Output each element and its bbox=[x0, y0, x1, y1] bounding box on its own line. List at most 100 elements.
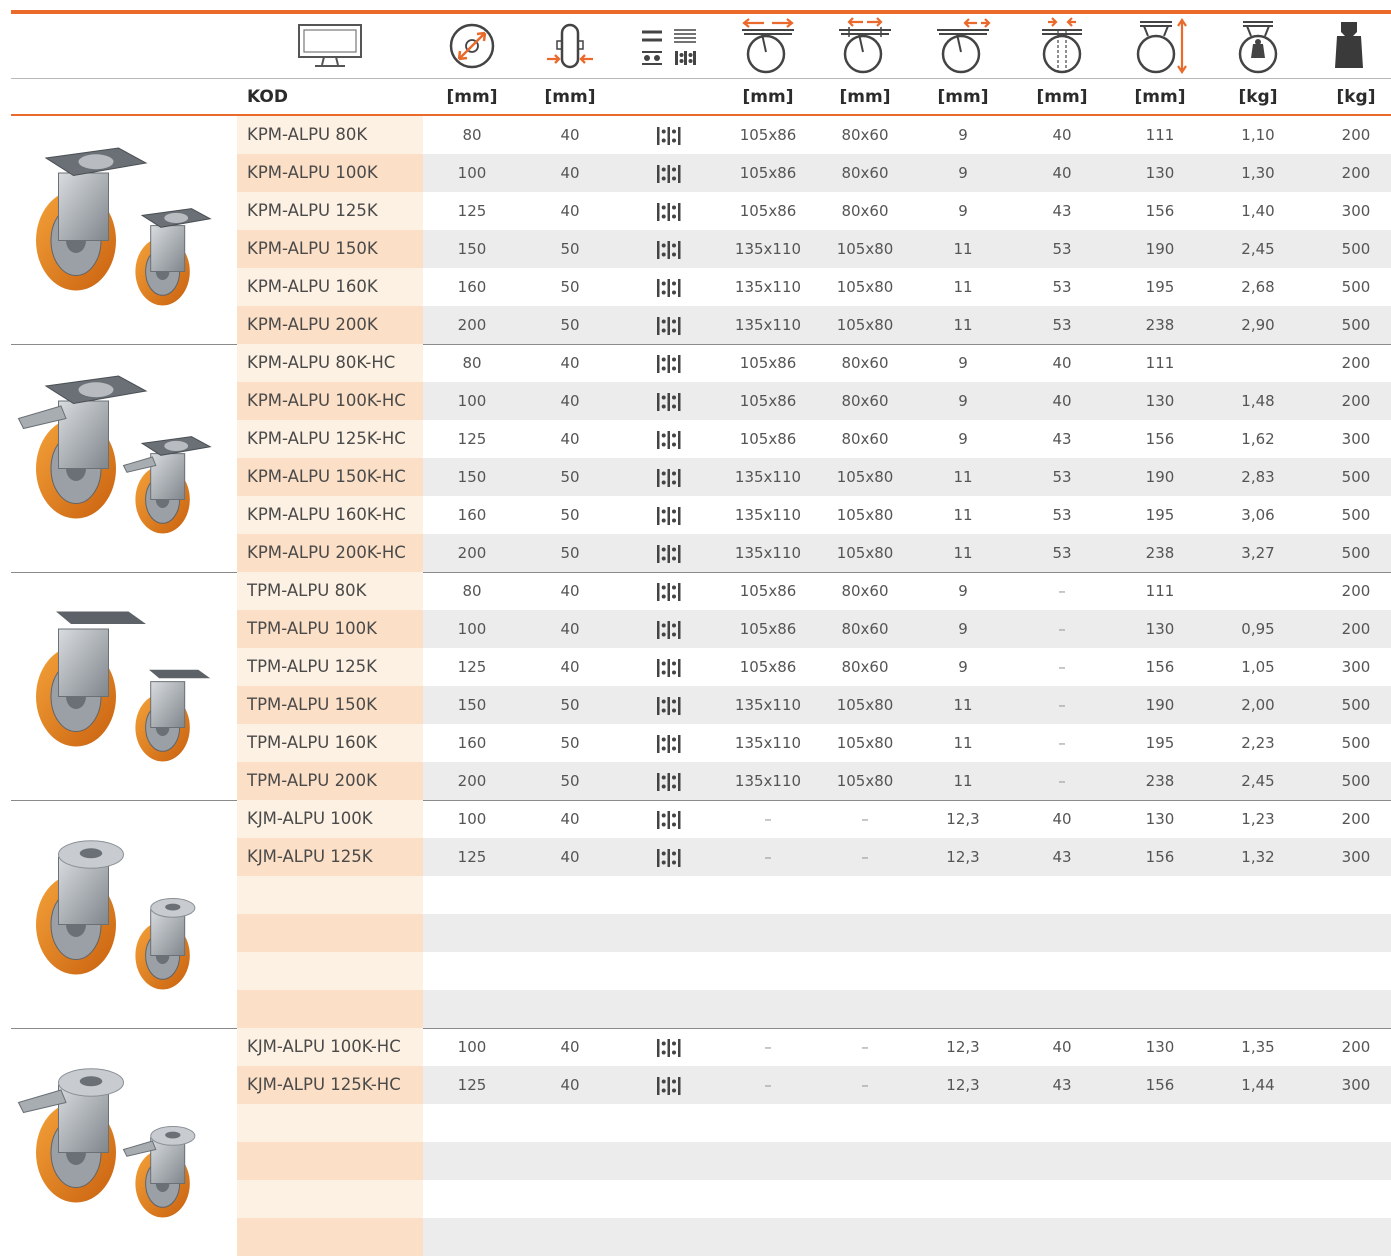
cell-offset: 53 bbox=[1052, 506, 1072, 524]
cell-offset bbox=[1013, 1142, 1111, 1180]
cell-holes: 105x80 bbox=[836, 468, 894, 486]
cell-height: 156 bbox=[1145, 848, 1175, 866]
header-divider bbox=[11, 78, 1391, 79]
cell-bolt: 9 bbox=[958, 392, 968, 410]
cell-w: 50 bbox=[560, 544, 580, 562]
cell-w: 40 bbox=[560, 354, 580, 372]
cell-w: 40 bbox=[560, 810, 580, 828]
table-row: TPM-ALPU 125K 125 40 105x86 80x60 9 – 156 1,05 30… bbox=[237, 648, 1391, 686]
cell-plate: – bbox=[764, 1038, 772, 1056]
cell-d: 125 bbox=[457, 1076, 487, 1094]
cell-plate: 105x86 bbox=[739, 126, 797, 144]
cell-height: 156 bbox=[1145, 202, 1175, 220]
cell-d: 100 bbox=[457, 1038, 487, 1056]
table-row: TPM-ALPU 160K 160 50 135x110 105x80 11 – 195 2,2… bbox=[237, 724, 1391, 762]
product-code: KPM-ALPU 125K bbox=[237, 192, 423, 230]
cell-height: 190 bbox=[1145, 240, 1175, 258]
cell-holes: – bbox=[861, 1076, 869, 1094]
overall-height-icon bbox=[1111, 14, 1209, 78]
cell-bolt bbox=[913, 990, 1013, 1028]
cell-height: 190 bbox=[1145, 696, 1175, 714]
product-code: TPM-ALPU 100K bbox=[237, 610, 423, 648]
cell-w: 40 bbox=[560, 392, 580, 410]
kod-header: KOD bbox=[247, 87, 288, 107]
cell-d: 125 bbox=[457, 848, 487, 866]
ball-bearing-icon bbox=[619, 306, 719, 344]
cell-plate: – bbox=[764, 810, 772, 828]
cell-weight: 1,23 bbox=[1241, 810, 1275, 828]
cell-plate: 105x86 bbox=[739, 202, 797, 220]
cell-bolt: 9 bbox=[958, 430, 968, 448]
product-code bbox=[237, 914, 423, 952]
product-code: KJM-ALPU 125K bbox=[237, 838, 423, 876]
cell-d: 200 bbox=[457, 316, 487, 334]
product-code bbox=[237, 1104, 423, 1142]
cell-plate: 105x86 bbox=[739, 430, 797, 448]
cell-plate bbox=[719, 952, 817, 990]
offset-icon bbox=[1013, 14, 1111, 78]
cell-height: 190 bbox=[1145, 468, 1175, 486]
swivel-caster-image bbox=[11, 118, 237, 342]
cell-bolt: 12,3 bbox=[946, 1076, 980, 1094]
cell-weight: 2,23 bbox=[1241, 734, 1275, 752]
hole-spacing-icon bbox=[817, 14, 913, 78]
cell-w: 40 bbox=[560, 620, 580, 638]
monitor-icon bbox=[237, 14, 423, 78]
bearing-cell bbox=[619, 1142, 719, 1180]
bearing-cell bbox=[619, 990, 719, 1028]
bearing-cell bbox=[619, 1218, 719, 1256]
product-code: KPM-ALPU 100K-HC bbox=[237, 382, 423, 420]
unit-bearing bbox=[619, 80, 719, 114]
cell-holes: 80x60 bbox=[841, 202, 889, 220]
cell-height bbox=[1111, 1218, 1209, 1256]
cell-offset: – bbox=[1058, 734, 1066, 752]
cell-height bbox=[1111, 1180, 1209, 1218]
cell-plate: 135x110 bbox=[734, 506, 802, 524]
wheel-diameter-icon bbox=[423, 14, 521, 78]
cell-d bbox=[423, 990, 521, 1028]
product-code bbox=[237, 1142, 423, 1180]
table-row: KPM-ALPU 80K-HC 80 40 105x86 80x60 9 40 111 200 bbox=[237, 344, 1391, 382]
ball-bearing-icon bbox=[619, 1028, 719, 1066]
table-row: KPM-ALPU 150K 150 50 135x110 105x80 11 53 190 2,… bbox=[237, 230, 1391, 268]
cell-holes: 80x60 bbox=[841, 126, 889, 144]
cell-d bbox=[423, 914, 521, 952]
table-row: TPM-ALPU 80K 80 40 105x86 80x60 9 – 111 200 bbox=[237, 572, 1391, 610]
cell-height bbox=[1111, 1142, 1209, 1180]
cell-d bbox=[423, 952, 521, 990]
cell-height: 195 bbox=[1145, 734, 1175, 752]
cell-load bbox=[1307, 990, 1391, 1028]
cell-d: 200 bbox=[457, 544, 487, 562]
ball-bearing-icon bbox=[619, 268, 719, 306]
cell-d: 160 bbox=[457, 506, 487, 524]
cell-w: 40 bbox=[560, 164, 580, 182]
cell-w bbox=[521, 952, 619, 990]
cell-load: 200 bbox=[1341, 392, 1371, 410]
product-code: KJM-ALPU 100K-HC bbox=[237, 1028, 423, 1066]
cell-height bbox=[1111, 1104, 1209, 1142]
ball-bearing-icon bbox=[619, 534, 719, 572]
ball-bearing-icon bbox=[619, 800, 719, 838]
cell-weight: 1,35 bbox=[1241, 1038, 1275, 1056]
product-code: TPM-ALPU 150K bbox=[237, 686, 423, 724]
cell-bolt bbox=[913, 1142, 1013, 1180]
cell-d: 160 bbox=[457, 734, 487, 752]
cell-load bbox=[1307, 876, 1391, 914]
cell-holes: 80x60 bbox=[841, 658, 889, 676]
cell-w: 50 bbox=[560, 240, 580, 258]
cell-load: 500 bbox=[1341, 278, 1371, 296]
cell-plate: 135x110 bbox=[734, 696, 802, 714]
fixed-caster-image bbox=[11, 574, 237, 798]
cell-load: 300 bbox=[1341, 430, 1371, 448]
cell-load: 500 bbox=[1341, 506, 1371, 524]
cell-bolt bbox=[913, 914, 1013, 952]
product-code: KJM-ALPU 125K-HC bbox=[237, 1066, 423, 1104]
product-code bbox=[237, 990, 423, 1028]
unit-load: [kg] bbox=[1336, 87, 1376, 107]
cell-holes bbox=[817, 876, 913, 914]
cell-w: 50 bbox=[560, 696, 580, 714]
wheel-width-icon bbox=[521, 14, 619, 78]
cell-weight: 2,00 bbox=[1241, 696, 1275, 714]
table-row bbox=[237, 876, 1391, 914]
product-code: TPM-ALPU 125K bbox=[237, 648, 423, 686]
